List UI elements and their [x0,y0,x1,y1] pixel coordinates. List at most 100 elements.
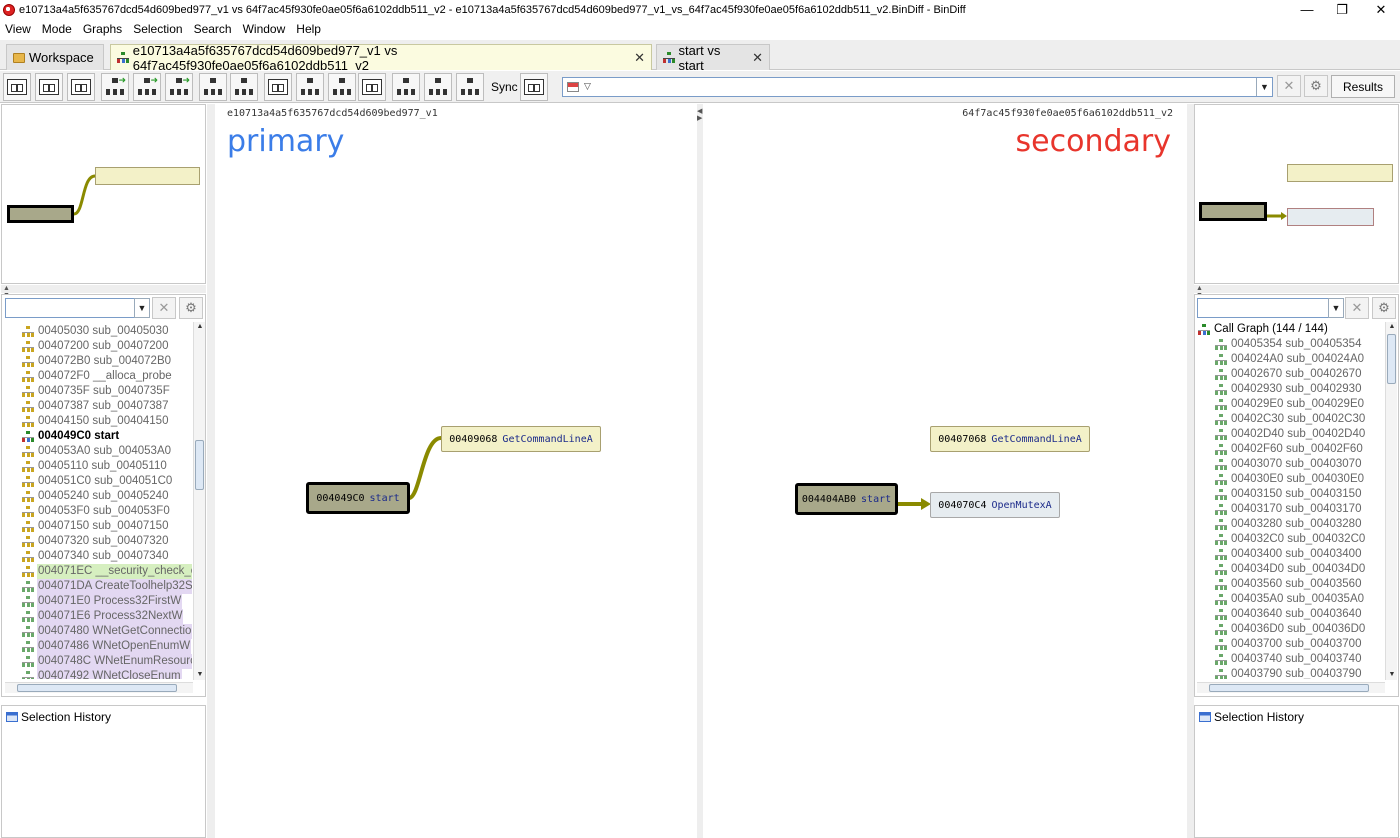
select-children-button[interactable] [424,73,452,101]
select-neighbors-button[interactable] [392,73,420,101]
menu-search[interactable]: Search [189,22,238,36]
scroll-up-icon[interactable]: ▲ [1386,322,1398,332]
close-tab-icon[interactable]: ✕ [634,50,645,66]
hierarchic-layout-button[interactable]: ➜ [101,73,129,101]
minimize-button[interactable]: — [1292,0,1322,19]
search-settings-button[interactable]: ⚙ [1304,75,1328,97]
function-list-item[interactable]: 004029E0 sub_004029E0 [1215,397,1385,412]
function-list-item[interactable]: 004071DA CreateToolhelp32Sna [22,579,192,594]
function-list-item[interactable]: 00402D40 sub_00402D40 [1215,427,1385,442]
call-graph-root[interactable]: Call Graph (144 / 144) [1198,322,1384,337]
secondary-graph-view[interactable]: 64f7ac45f930fe0ae05f6a6102ddb511_v2 seco… [703,104,1187,838]
lock-selection-button[interactable] [456,73,484,101]
function-list-item[interactable]: 004036D0 sub_004036D0 [1215,622,1385,637]
left-graph-splitter[interactable] [207,104,215,838]
secondary-list-vscrollbar[interactable]: ▲ ▼ [1385,322,1397,680]
magnify-button[interactable] [264,73,292,101]
combined-view-button[interactable] [67,73,95,101]
scroll-thumb[interactable] [195,440,204,490]
split-view-button[interactable] [35,73,63,101]
primary-getcommandlinea-node[interactable]: 00409068 GetCommandLineA [441,426,601,452]
primary-function-list[interactable]: 00405030 sub_00405030 00407200 sub_004072… [22,324,192,679]
function-list-item[interactable]: 00402670 sub_00402670 [1215,367,1385,382]
primary-selection-history[interactable]: Selection History [1,705,206,838]
secondary-start-node[interactable]: 004404AB0 start [795,483,898,515]
proximity-browsing-button[interactable] [296,73,324,101]
function-list-item[interactable]: 00403640 sub_00403640 [1215,607,1385,622]
function-list-item[interactable]: 00402930 sub_00402930 [1215,382,1385,397]
menu-selection[interactable]: Selection [128,22,188,36]
organic-layout-button[interactable]: ➜ [133,73,161,101]
function-list-item[interactable]: 0040748C WNetEnumResourceW [22,654,192,669]
close-window-button[interactable]: ✕ [1366,0,1396,19]
function-list-item[interactable]: 00403560 sub_00403560 [1215,577,1385,592]
function-list-item[interactable]: 00407320 sub_00407320 [22,534,192,549]
function-list-item[interactable]: 004071E6 Process32NextW [22,609,192,624]
function-list-item[interactable]: 004030E0 sub_004030E0 [1215,472,1385,487]
search-input[interactable]: ▽ ▼ [562,77,1273,97]
menu-graphs[interactable]: Graphs [78,22,128,36]
function-list-item[interactable]: 00405354 sub_00405354 [1215,337,1385,352]
function-list-item[interactable]: 00403740 sub_00403740 [1215,652,1385,667]
function-list-item[interactable]: 004032C0 sub_004032C0 [1215,532,1385,547]
toggle-layout-button[interactable] [3,73,31,101]
close-tab-icon[interactable]: ✕ [752,50,763,66]
function-list-item[interactable]: 00402F60 sub_00402F60 [1215,442,1385,457]
right-graph-splitter[interactable] [1187,104,1194,838]
function-list-item[interactable]: 00405030 sub_00405030 [22,324,192,339]
function-list-item[interactable]: 00404150 sub_00404150 [22,414,192,429]
function-list-item[interactable]: 004035A0 sub_004035A0 [1215,592,1385,607]
primary-overview-panel[interactable] [1,104,206,284]
function-list-item[interactable]: 00407492 WNetCloseEnum [22,669,192,679]
function-list-item[interactable]: 004072F0 __alloca_probe [22,369,192,384]
function-list-item[interactable]: 00407387 sub_00407387 [22,399,192,414]
function-list-item[interactable]: 00403150 sub_00403150 [1215,487,1385,502]
clear-search-button[interactable]: ✕ [1277,75,1301,97]
right-splitter[interactable]: ▲▼ [1194,285,1399,299]
menu-window[interactable]: Window [238,22,292,36]
function-list-item[interactable]: 004072B0 sub_004072B0 [22,354,192,369]
secondary-selection-history[interactable]: Selection History [1194,705,1399,838]
results-button[interactable]: Results [1331,75,1395,98]
primary-filter-settings-button[interactable]: ⚙ [179,297,203,319]
function-list-item[interactable]: 004071E0 Process32FirstW [22,594,192,609]
sync-button[interactable] [520,73,548,101]
scroll-thumb[interactable] [1387,334,1396,384]
secondary-openmutexa-node[interactable]: 004070C4 OpenMutexA [930,492,1060,518]
menu-help[interactable]: Help [291,22,327,36]
secondary-function-list[interactable]: 00405354 sub_00405354 004024A0 sub_004024… [1215,337,1385,679]
primary-clear-filter-button[interactable]: ✕ [152,297,176,319]
function-list-item[interactable]: 00403400 sub_00403400 [1215,547,1385,562]
function-list-item[interactable]: 004071EC __security_check_co [22,564,192,579]
function-list-item[interactable]: 00407480 WNetGetConnectionW [22,624,192,639]
function-list-item[interactable]: 004051C0 sub_004051C0 [22,474,192,489]
function-list-item[interactable]: 00402C30 sub_00402C30 [1215,412,1385,427]
function-list-item[interactable]: 00403790 sub_00403790 [1215,667,1385,679]
select-successors-button[interactable] [358,73,386,101]
tree-root-row[interactable]: Call Graph (144 / 144) [1198,322,1384,337]
zoom-fit-button[interactable] [199,73,227,101]
function-list-item[interactable]: 00403700 sub_00403700 [1215,637,1385,652]
tab-start-vs-start[interactable]: start vs start ✕ [656,43,770,73]
tab-workspace[interactable]: Workspace [6,44,104,70]
secondary-filter-settings-button[interactable]: ⚙ [1372,297,1396,319]
maximize-button[interactable]: ❐ [1327,0,1357,19]
function-list-item[interactable]: 00407340 sub_00407340 [22,549,192,564]
tab-call-graph-diff[interactable]: e10713a4a5f635767dcd54d609bed977_v1 vs 6… [110,43,652,73]
primary-start-node[interactable]: 004049C0 start [306,482,410,514]
menu-mode[interactable]: Mode [37,22,78,36]
function-list-item[interactable]: 00407200 sub_00407200 [22,339,192,354]
function-list-item[interactable]: 00405110 sub_00405110 [22,459,192,474]
function-list-item[interactable]: 00403070 sub_00403070 [1215,457,1385,472]
function-list-item[interactable]: 00403280 sub_00403280 [1215,517,1385,532]
function-list-item[interactable]: 0040735F sub_0040735F [22,384,192,399]
secondary-filter-input[interactable] [1197,298,1329,318]
secondary-overview-panel[interactable] [1194,104,1399,284]
primary-graph-view[interactable]: e10713a4a5f635767dcd54d609bed977_v1 prim… [215,104,697,838]
search-mode-dropdown-icon[interactable]: ▽ [584,81,591,92]
primary-filter-input[interactable] [5,298,135,318]
function-list-item[interactable]: 004024A0 sub_004024A0 [1215,352,1385,367]
function-list-item[interactable]: 004034D0 sub_004034D0 [1215,562,1385,577]
function-list-item[interactable]: 004053A0 sub_004053A0 [22,444,192,459]
zoom-selection-button[interactable] [230,73,258,101]
